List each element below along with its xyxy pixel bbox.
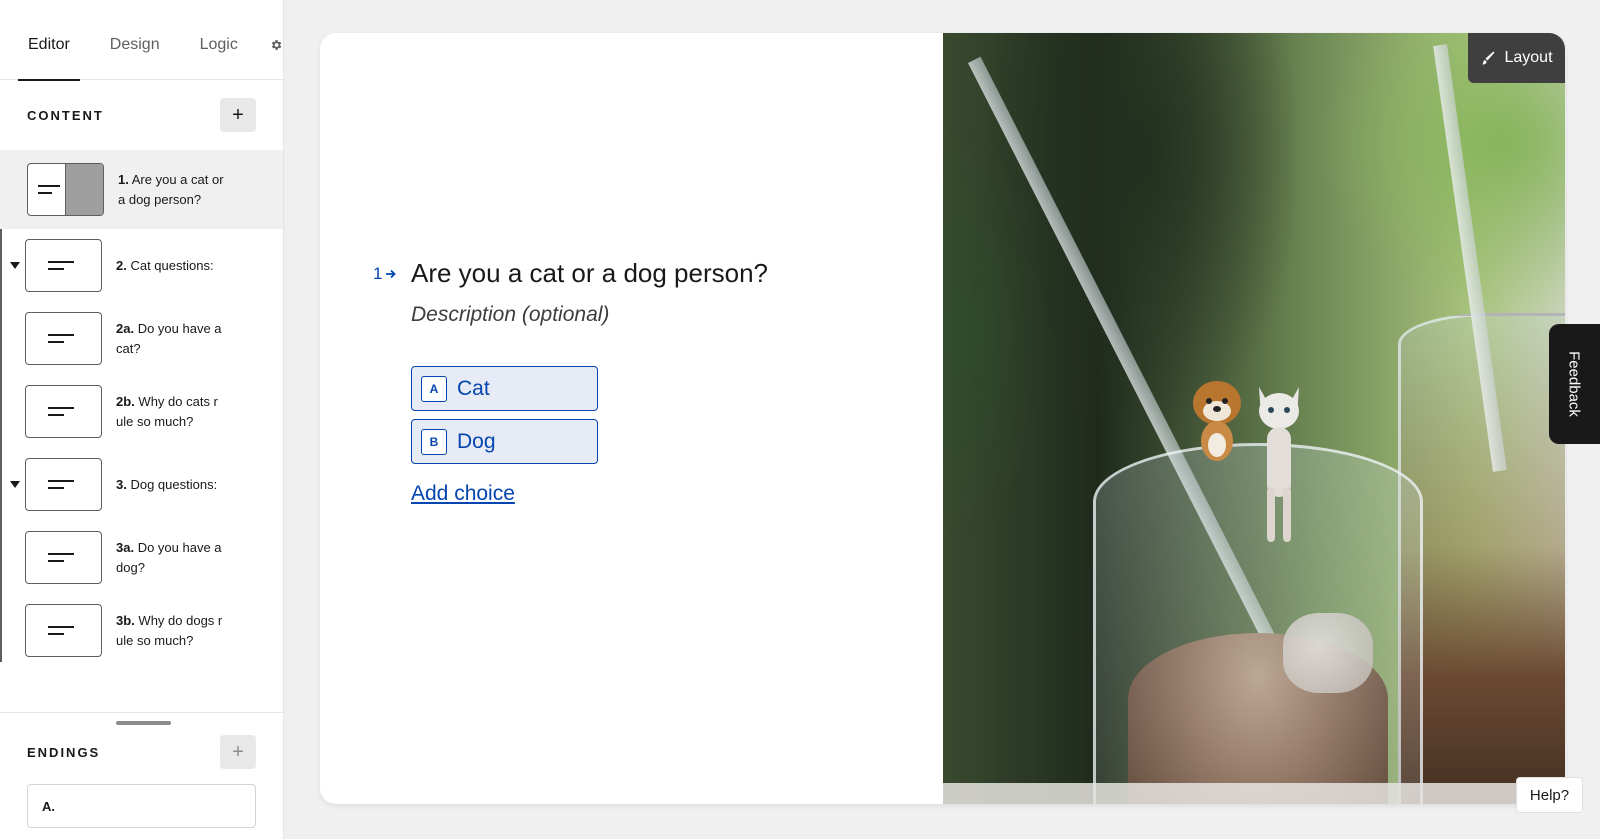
sidebar: Editor Design Logic CONTENT + 1. Are you…: [0, 0, 284, 839]
layout-button[interactable]: Layout: [1468, 33, 1565, 83]
arrow-right-icon: [386, 269, 397, 279]
question-thumbnail: [27, 163, 104, 216]
tab-logic[interactable]: Logic: [190, 0, 248, 80]
brush-icon: [1482, 51, 1495, 65]
add-choice-link[interactable]: Add choice: [411, 482, 515, 506]
content-item-label: 1. Are you a cat or a dog person?: [118, 171, 224, 207]
feedback-tab[interactable]: Feedback: [1549, 324, 1600, 444]
content-item-label: 3. Dog questions:: [116, 476, 218, 492]
collapse-caret-icon[interactable]: [10, 480, 20, 488]
cover-photo: Layout: [943, 33, 1565, 804]
content-item-label: 2b. Why do cats r ule so much?: [116, 393, 218, 429]
choice-cat[interactable]: A Cat: [411, 366, 598, 411]
choice-key: B: [421, 428, 447, 455]
content-header: CONTENT +: [0, 80, 283, 150]
question-thumbnail: [25, 531, 102, 584]
question-thumbnail: [25, 239, 102, 292]
content-item-2b[interactable]: 2b. Why do cats r ule so much?: [0, 375, 283, 448]
ending-item-a[interactable]: A.: [27, 784, 256, 828]
question-description[interactable]: Description (optional): [411, 303, 609, 327]
cat-figurine: [1259, 387, 1299, 542]
question-thumbnail: [25, 385, 102, 438]
question-number: 1: [373, 264, 397, 284]
content-item-3a[interactable]: 3a. Do you have a dog?: [0, 521, 283, 594]
layout-button-label: Layout: [1504, 49, 1553, 66]
help-button[interactable]: Help?: [1516, 777, 1583, 813]
plate: [943, 783, 1565, 804]
endings-section: ENDINGS + A.: [0, 712, 283, 839]
choice-dog[interactable]: B Dog: [411, 419, 598, 464]
feedback-label: Feedback: [1565, 351, 1583, 417]
content-list: 1. Are you a cat or a dog person? 2. Cat …: [0, 150, 283, 667]
content-item-2a[interactable]: 2a. Do you have a cat?: [0, 302, 283, 375]
collapse-caret-icon[interactable]: [10, 261, 20, 269]
add-content-button[interactable]: +: [220, 98, 256, 132]
endings-header: ENDINGS +: [0, 717, 283, 787]
content-item-label: 3b. Why do dogs r ule so much?: [116, 612, 223, 648]
content-item-3[interactable]: 3. Dog questions:: [0, 448, 283, 521]
tab-editor[interactable]: Editor: [18, 0, 80, 81]
choice-label: Dog: [457, 429, 496, 453]
question-thumbnail: [25, 312, 102, 365]
content-item-label: 3a. Do you have a dog?: [116, 539, 222, 575]
content-item-3b[interactable]: 3b. Why do dogs r ule so much?: [0, 594, 283, 667]
endings-title: ENDINGS: [27, 744, 101, 760]
panel-resize-handle[interactable]: [116, 721, 171, 725]
choice-key: A: [421, 375, 447, 402]
question-canvas: 1 Are you a cat or a dog person? Descrip…: [320, 33, 1565, 804]
tab-design[interactable]: Design: [100, 0, 170, 80]
gear-icon[interactable]: [270, 35, 283, 55]
content-item-1[interactable]: 1. Are you a cat or a dog person?: [0, 150, 283, 229]
choices-list: A Cat B Dog: [411, 366, 598, 472]
content-item-label: 2a. Do you have a cat?: [116, 320, 222, 356]
dog-figurine: [1193, 381, 1241, 461]
content-item-2[interactable]: 2. Cat questions:: [0, 229, 283, 302]
question-thumbnail: [25, 604, 102, 657]
question-area: 1 Are you a cat or a dog person? Descrip…: [320, 33, 943, 804]
question-title[interactable]: Are you a cat or a dog person?: [411, 258, 768, 289]
add-ending-button[interactable]: +: [220, 735, 256, 769]
content-item-label: 2. Cat questions:: [116, 257, 214, 273]
question-thumbnail: [25, 458, 102, 511]
content-title: CONTENT: [27, 107, 104, 123]
editor-tabs: Editor Design Logic: [0, 0, 283, 81]
choice-label: Cat: [457, 376, 490, 400]
